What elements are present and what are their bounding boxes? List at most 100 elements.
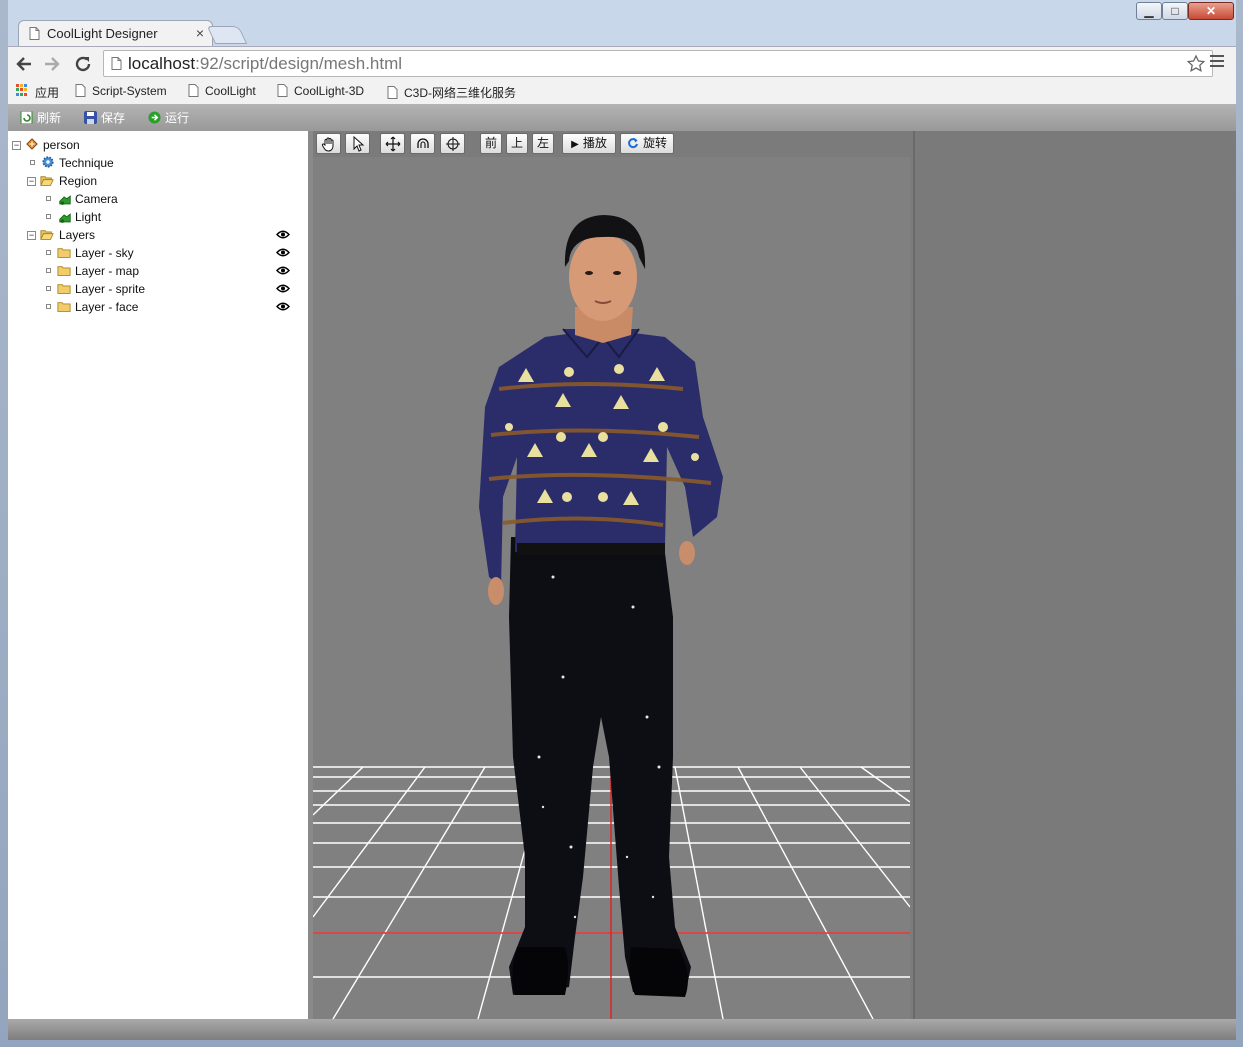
leaf-marker: [46, 268, 51, 273]
hand-icon: [321, 137, 333, 152]
tree-node-layer-sky[interactable]: Layer - sky: [8, 245, 308, 261]
minimize-icon: ▁: [1144, 4, 1154, 18]
tree-label: Layer - map: [75, 264, 140, 278]
tree-label: Camera: [75, 192, 118, 206]
save-label: 保存: [101, 111, 126, 125]
tree-node-light[interactable]: Light: [8, 209, 308, 225]
leaf-marker: [46, 214, 51, 219]
back-button[interactable]: [12, 52, 36, 76]
tree-node-region[interactable]: − Region: [8, 173, 308, 189]
tab-title: CoolLight Designer: [47, 26, 158, 41]
url-path: :92/script/design/mesh.html: [195, 54, 403, 73]
bookmark-c3d[interactable]: C3D-网络三维化服务: [387, 84, 516, 101]
page-icon: [387, 86, 398, 99]
floppy-disk-icon: [84, 111, 97, 124]
tree-node-layer-face[interactable]: Layer - face: [8, 299, 308, 315]
orbit-icon: [416, 138, 429, 148]
bookmark-label: Script-System: [92, 84, 167, 98]
view-front-button[interactable]: 前: [480, 133, 502, 154]
move-arrows-icon: [385, 136, 400, 152]
visibility-eye-icon[interactable]: [276, 230, 290, 239]
bookmark-label: CoolLight-3D: [294, 84, 365, 98]
tree-label: person: [43, 138, 80, 152]
view-left-button[interactable]: 左: [532, 133, 554, 154]
mesh-icon: [26, 138, 38, 150]
tree-label: Technique: [59, 156, 114, 170]
pan-hand-button[interactable]: [316, 133, 341, 154]
move-button[interactable]: [380, 133, 405, 154]
camera-icon: [59, 195, 71, 205]
tree-label: Layers: [59, 228, 96, 242]
select-pointer-button[interactable]: [345, 133, 370, 154]
leaf-marker: [30, 160, 35, 165]
tree-node-technique[interactable]: Technique: [8, 155, 308, 171]
close-icon: ✕: [1205, 4, 1217, 18]
tree-node-layer-map[interactable]: Layer - map: [8, 263, 308, 279]
browser-window: ▁ □ ✕ CoolLight Designer × localhost:92/…: [8, 0, 1236, 1040]
bookmarks-bar: 应用 Script-System CoolLight CoolLight-3D …: [8, 80, 1236, 104]
viewport-toolbar: 前 上 左 ▶ 播放 旋转: [313, 131, 913, 157]
forward-button[interactable]: [40, 52, 64, 76]
view-top-button[interactable]: 上: [506, 133, 528, 154]
bookmark-coollight[interactable]: CoolLight: [188, 84, 256, 98]
visibility-eye-icon[interactable]: [276, 266, 290, 275]
page-icon: [75, 84, 86, 97]
play-label: 播放: [582, 136, 607, 150]
apps-grid-icon[interactable]: [16, 84, 28, 96]
tree-label: Layer - sprite: [75, 282, 146, 296]
play-button[interactable]: ▶ 播放: [562, 133, 616, 154]
orbit-button[interactable]: [410, 133, 435, 154]
visibility-eye-icon[interactable]: [276, 248, 290, 257]
bookmark-coollight-3d[interactable]: CoolLight-3D: [277, 84, 364, 98]
scene-tree-panel: − person Technique − Region Camera Light…: [8, 131, 308, 1019]
tree-label: Light: [75, 210, 102, 224]
tree-label: Region: [59, 174, 98, 188]
cursor-arrow-icon: [353, 135, 364, 152]
person-mesh: [479, 215, 723, 997]
minimize-button[interactable]: ▁: [1136, 2, 1162, 20]
tab-close-icon[interactable]: ×: [196, 25, 204, 41]
collapse-toggle[interactable]: −: [27, 177, 36, 186]
save-button[interactable]: 保存: [84, 109, 125, 126]
refresh-label: 刷新: [37, 111, 62, 125]
maximize-button[interactable]: □: [1162, 2, 1188, 20]
zoom-button[interactable]: [440, 133, 465, 154]
run-button[interactable]: 运行: [148, 109, 189, 126]
bookmark-star-icon[interactable]: [1186, 54, 1206, 74]
collapse-toggle[interactable]: −: [27, 231, 36, 240]
maximize-icon: □: [1171, 4, 1179, 18]
tree-node-layer-sprite[interactable]: Layer - sprite: [8, 281, 308, 297]
run-label: 运行: [165, 111, 190, 125]
browser-tab[interactable]: CoolLight Designer ×: [18, 20, 213, 46]
crosshair-icon: [445, 137, 460, 151]
tree-node-camera[interactable]: Camera: [8, 191, 308, 207]
leaf-marker: [46, 250, 51, 255]
forward-arrow-icon: [45, 57, 60, 71]
rotate-button[interactable]: 旋转: [620, 133, 674, 154]
status-bar: [8, 1019, 1236, 1040]
url-host: localhost: [128, 54, 196, 73]
folder-open-icon: [40, 176, 54, 186]
3d-scene-canvas[interactable]: [313, 157, 910, 1019]
page-icon: [111, 57, 122, 70]
address-bar[interactable]: localhost:92/script/design/mesh.html: [103, 50, 1213, 77]
bookmark-label: CoolLight: [205, 84, 256, 98]
properties-panel: [913, 131, 1236, 1019]
folder-icon: [57, 248, 71, 258]
folder-icon: [57, 284, 71, 294]
visibility-eye-icon[interactable]: [276, 302, 290, 311]
app-toolbar: 刷新 保存 运行: [8, 104, 1236, 131]
page-icon: [188, 84, 199, 97]
bookmark-apps[interactable]: 应用: [35, 84, 59, 101]
bookmark-script-system[interactable]: Script-System: [75, 84, 167, 98]
collapse-toggle[interactable]: −: [12, 141, 21, 150]
menu-icon[interactable]: [1210, 55, 1224, 70]
tree-node-person[interactable]: − person: [8, 137, 308, 153]
leaf-marker: [46, 196, 51, 201]
reload-button[interactable]: [71, 52, 95, 76]
close-window-button[interactable]: ✕: [1188, 2, 1234, 20]
tree-label: Layer - face: [75, 300, 139, 314]
tree-node-layers[interactable]: − Layers: [8, 227, 308, 243]
visibility-eye-icon[interactable]: [276, 284, 290, 293]
refresh-button[interactable]: 刷新: [20, 109, 61, 126]
